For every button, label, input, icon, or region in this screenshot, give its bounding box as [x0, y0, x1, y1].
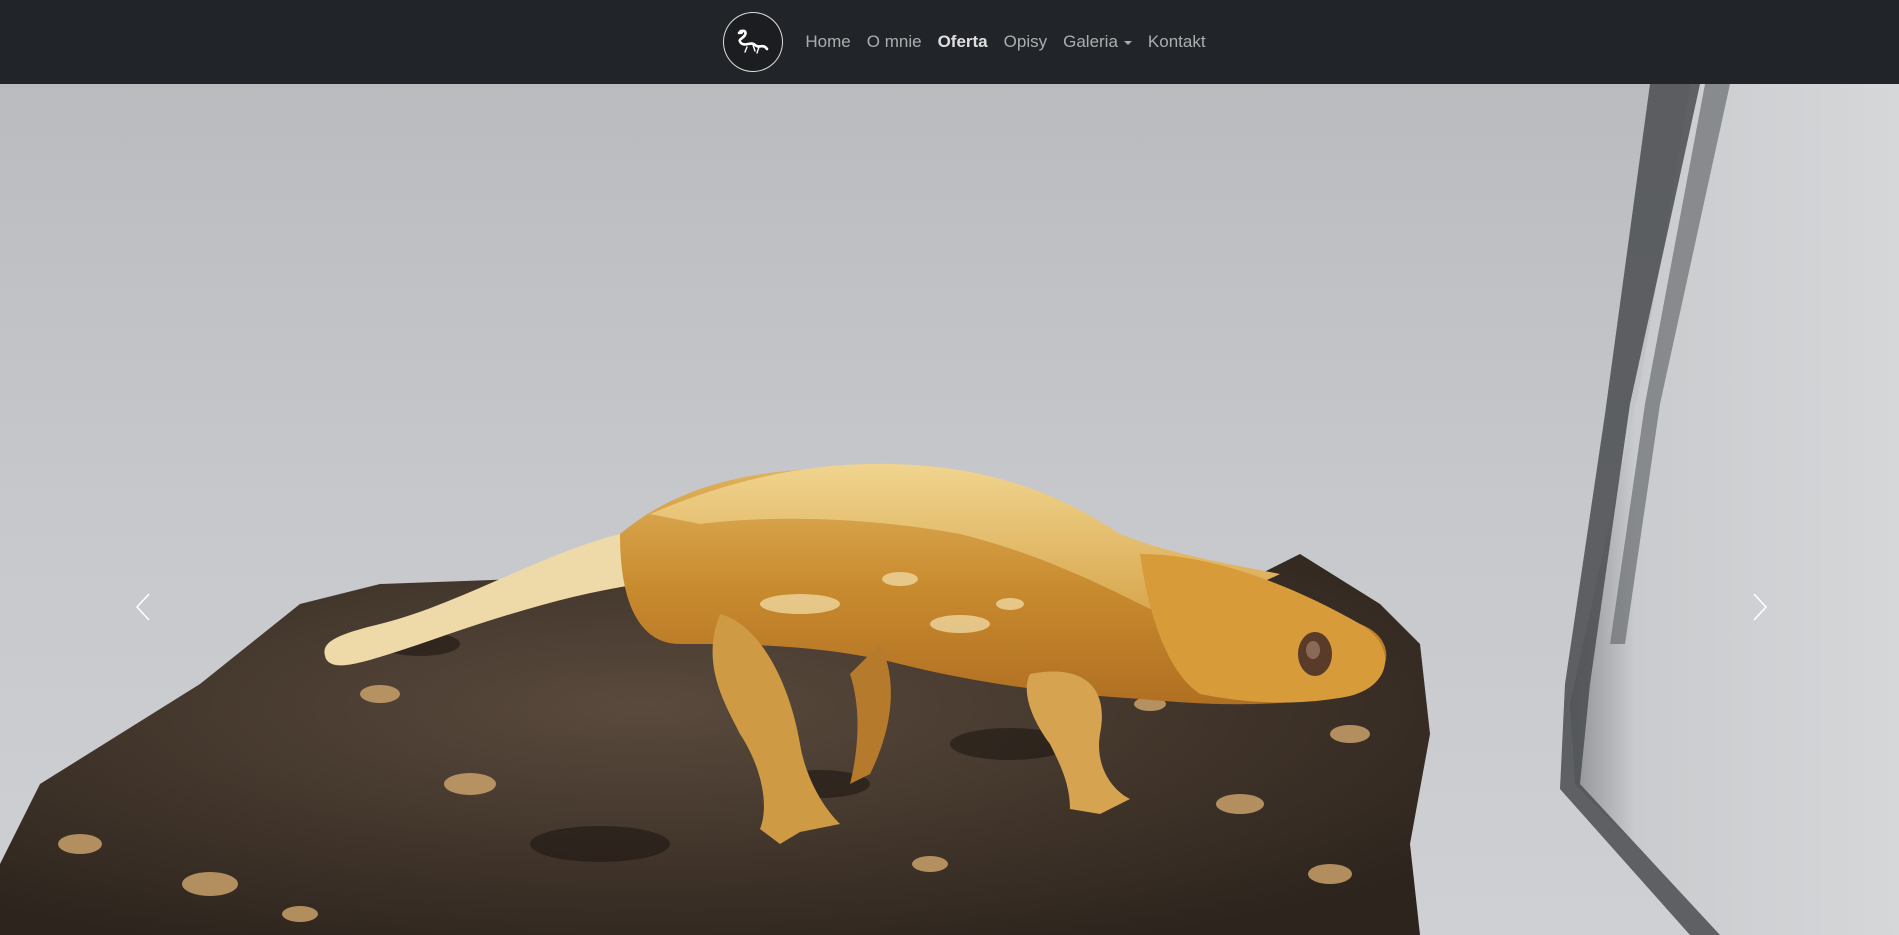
- caret-down-icon: [1123, 40, 1132, 45]
- nav-galeria-label: Galeria: [1063, 32, 1118, 51]
- nav-galeria-dropdown[interactable]: Galeria: [1063, 32, 1132, 52]
- carousel-prev-button[interactable]: [123, 584, 163, 630]
- nav-opisy[interactable]: Opisy: [1004, 32, 1047, 52]
- chevron-left-icon: [135, 593, 150, 621]
- crested-gecko-photo: [0, 84, 1899, 935]
- nav-kontakt[interactable]: Kontakt: [1148, 32, 1206, 52]
- gecko-logo-icon[interactable]: [723, 12, 784, 72]
- chevron-right-icon: [1753, 593, 1768, 621]
- nav-home[interactable]: Home: [805, 32, 850, 52]
- carousel-next-button[interactable]: [1740, 584, 1780, 630]
- navbar: Home O mnie Oferta Opisy Galeria Kontakt: [0, 0, 1899, 84]
- carousel-slide: [0, 84, 1899, 935]
- nav-o-mnie[interactable]: O mnie: [867, 32, 922, 52]
- nav-oferta[interactable]: Oferta: [938, 32, 988, 52]
- nav-menu: Home O mnie Oferta Opisy Galeria Kontakt: [723, 12, 1206, 72]
